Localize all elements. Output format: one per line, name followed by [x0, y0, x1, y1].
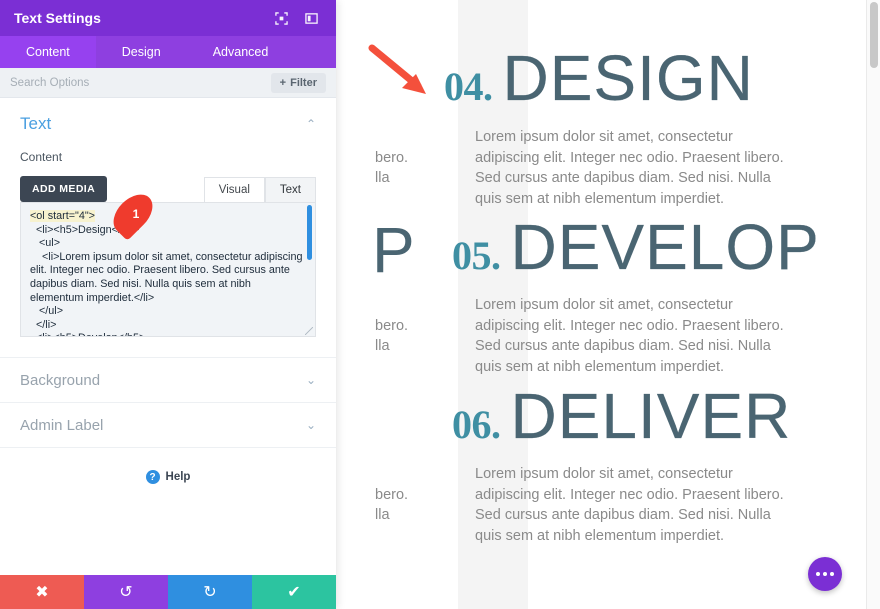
section-background[interactable]: Background ⌄	[0, 357, 336, 402]
editor-tab-visual[interactable]: Visual	[203, 177, 265, 202]
preview-row-word-2: DEVELOP	[510, 211, 820, 283]
section-text-title: Text	[20, 114, 52, 133]
content-field-label: Content	[20, 150, 63, 164]
panel-action-bar: ✖ ↺ ↻ ✔	[0, 575, 336, 609]
tab-advanced[interactable]: Advanced	[187, 36, 295, 68]
chevron-down-icon-admin[interactable]: ⌄	[306, 418, 316, 432]
preview-row-heading-3: 06. DELIVER	[452, 384, 791, 448]
preview-row-number-1: 04.	[444, 64, 493, 109]
search-input[interactable]	[10, 76, 271, 89]
code-editor-content[interactable]: <ol start="4"> <li><h5>Design</h5> <ul> …	[21, 203, 315, 336]
clipped-glyph-p: P	[372, 214, 415, 286]
page-scrollbar[interactable]	[866, 0, 880, 609]
close-button[interactable]: ✖	[0, 575, 84, 609]
fab-dot-3	[830, 572, 835, 576]
preview-row-heading-2: 05. DEVELOP	[452, 215, 820, 279]
panel-tabs: Content Design Advanced	[0, 36, 336, 68]
fab-dot-2	[823, 572, 827, 576]
callout-badge-1: 1	[106, 187, 160, 241]
expand-icon[interactable]	[270, 7, 292, 29]
help-label: Help	[165, 471, 191, 483]
code-editor[interactable]: <ol start="4"> <li><h5>Design</h5> <ul> …	[20, 202, 316, 337]
add-media-button[interactable]: ADD MEDIA	[20, 176, 108, 202]
clipped-text-bero-3: bero.	[375, 487, 409, 503]
section-text-header[interactable]: Text ⌃	[20, 114, 316, 134]
preview-row-word-1: DESIGN	[502, 42, 754, 114]
editor-toolbar: ADD MEDIA Visual Text	[20, 176, 316, 202]
undo-button[interactable]: ↺	[84, 575, 168, 609]
redo-button[interactable]: ↻	[168, 575, 252, 609]
preview-row-paragraph-3: Lorem ipsum dolor sit amet, consectetur …	[475, 466, 784, 544]
clipped-text-lla-2: lla	[375, 338, 390, 354]
filter-plus-icon: +	[279, 76, 287, 89]
filter-button[interactable]: + Filter	[270, 72, 326, 93]
preview-row-paragraph-2: Lorem ipsum dolor sit amet, consectetur …	[475, 297, 784, 375]
page-scrollbar-thumb[interactable]	[870, 2, 878, 68]
chevron-up-icon[interactable]: ⌃	[306, 117, 316, 131]
help-icon: ?	[145, 470, 160, 484]
preview-row-number-3: 06.	[452, 402, 501, 447]
section-admin-label[interactable]: Admin Label ⌄	[0, 402, 336, 447]
code-editor-resize-grip[interactable]	[305, 327, 313, 335]
search-bar: + Filter	[0, 68, 336, 98]
tab-content[interactable]: Content	[0, 36, 96, 68]
clipped-text-lla-3: lla	[375, 507, 390, 523]
preview-row-paragraph-1: Lorem ipsum dolor sit amet, consectetur …	[475, 129, 784, 207]
callout-number: 1	[132, 207, 140, 221]
fab-dot-1	[815, 572, 820, 576]
panel-body: Text ⌃ Content ADD MEDIA Visual Text <ol…	[0, 98, 336, 575]
code-editor-scrollbar-thumb[interactable]	[307, 205, 312, 260]
screen-root: P 04. DESIGN Lorem ipsum dolor sit amet,…	[0, 0, 880, 609]
preview-row-word-3: DELIVER	[510, 380, 792, 452]
preview-row-number-2: 05.	[452, 233, 501, 278]
section-text: Text ⌃ Content ADD MEDIA Visual Text <ol…	[0, 98, 336, 337]
clipped-text-bero-2: bero.	[375, 318, 409, 334]
code-highlighted-line: <ol start="4">	[30, 210, 95, 222]
panel-title: Text Settings	[14, 10, 101, 26]
text-settings-panel: Text Settings Content Design Advanced Se…	[0, 0, 336, 609]
code-editor-body: <li><h5>Design</h5> <ul> <li>Lorem ipsum…	[30, 223, 303, 336]
tab-design[interactable]: Design	[96, 36, 187, 68]
clipped-text-lla-1: lla	[375, 170, 390, 186]
annotation-arrow-icon	[368, 44, 438, 105]
save-button[interactable]: ✔	[252, 575, 336, 609]
filter-button-label: Filter	[290, 76, 317, 89]
clipped-text-bero-1: bero.	[375, 150, 409, 166]
section-background-title: Background	[20, 371, 101, 389]
preview-row-heading-1: 04. DESIGN	[444, 46, 754, 110]
floating-options-button[interactable]	[808, 557, 842, 591]
editor-mode-tabs: Visual Text	[203, 177, 316, 202]
editor-tab-text[interactable]: Text	[264, 177, 316, 202]
layout-view-icon[interactable]	[300, 7, 322, 29]
section-admin-label-title: Admin Label	[20, 416, 104, 434]
help-link[interactable]: ? Help	[0, 447, 336, 506]
panel-header: Text Settings	[0, 0, 336, 36]
chevron-down-icon-background[interactable]: ⌄	[306, 373, 316, 387]
